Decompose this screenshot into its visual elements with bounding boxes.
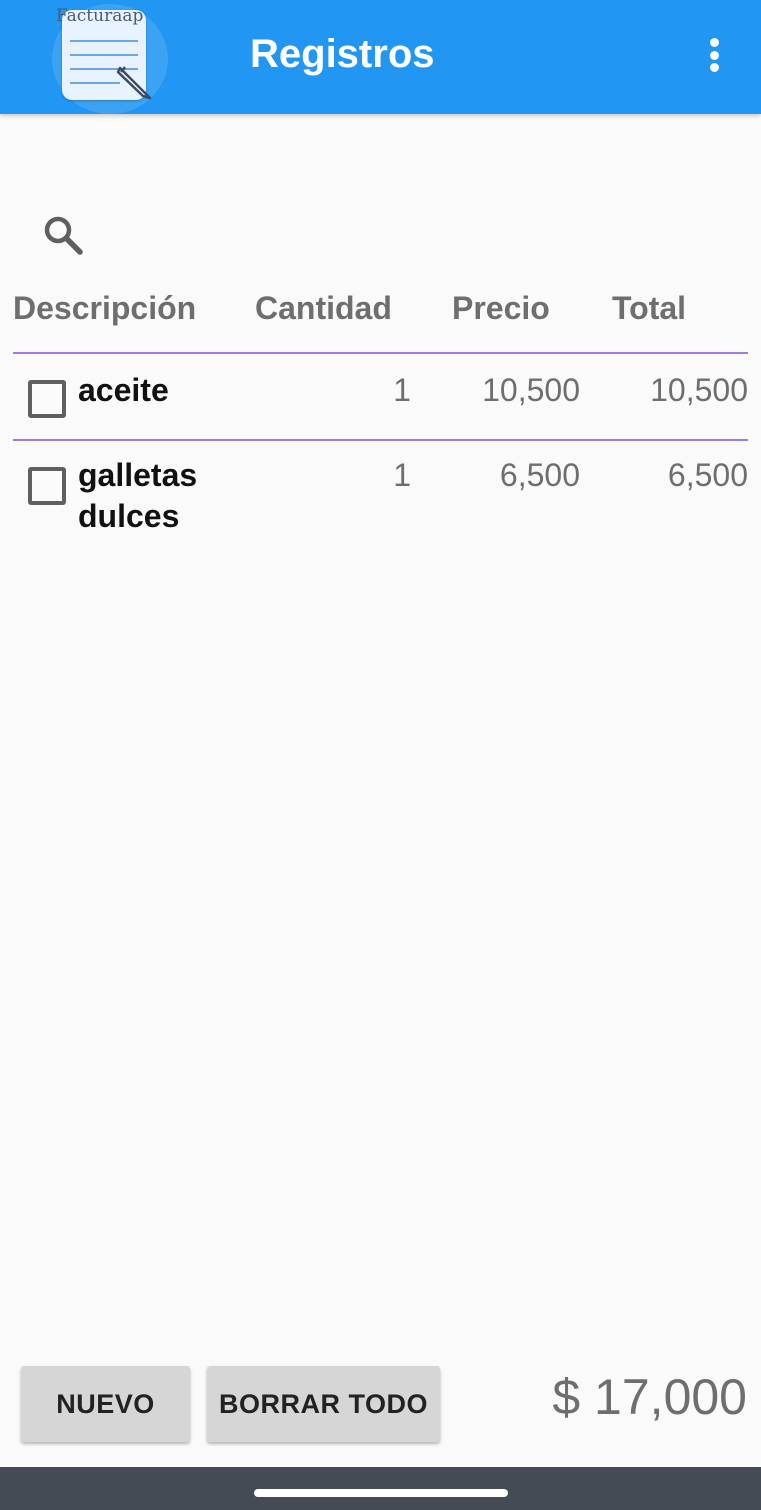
row-checkbox[interactable] [28,467,66,505]
header-total: Total [612,290,687,326]
header-quantity: Cantidad [255,290,392,326]
system-nav-bar [0,1467,761,1510]
row-total: 10,500 [650,372,748,408]
screen: Facturaap Registros Descripción Cantidad… [0,0,761,1510]
row-price: 6,500 [499,457,580,493]
app-logo: Facturaap [52,4,168,114]
home-gesture-handle[interactable] [254,1489,508,1497]
overflow-menu-button[interactable] [698,32,730,78]
row-divider [13,439,748,441]
grand-total: $ 17,000 [552,1369,747,1425]
header-divider [13,352,748,354]
header-description: Descripción [13,290,197,326]
row-checkbox[interactable] [28,380,66,418]
new-button[interactable]: NUEVO [21,1366,190,1442]
page-title: Registros [250,32,435,76]
more-vert-icon-dot [709,63,719,72]
row-total: 6,500 [667,457,748,493]
table-row[interactable]: aceite 1 10,500 10,500 [0,368,761,438]
row-quantity: 1 [393,457,411,493]
clear-all-button[interactable]: BORRAR TODO [207,1366,440,1442]
logo-text: Facturaap [56,6,144,26]
pencil-icon [116,66,152,100]
more-vert-icon [709,38,719,47]
row-price: 10,500 [482,372,580,408]
row-description: aceite [78,372,169,408]
row-description: galletas dulces [78,457,198,534]
search-icon [44,216,83,255]
table-row[interactable]: galletas dulces 1 6,500 6,500 [0,455,761,545]
search-button[interactable] [40,212,86,258]
more-vert-icon-dot [709,50,719,60]
row-quantity: 1 [393,372,411,408]
app-bar: Facturaap Registros [0,0,761,114]
header-price: Precio [452,290,550,326]
